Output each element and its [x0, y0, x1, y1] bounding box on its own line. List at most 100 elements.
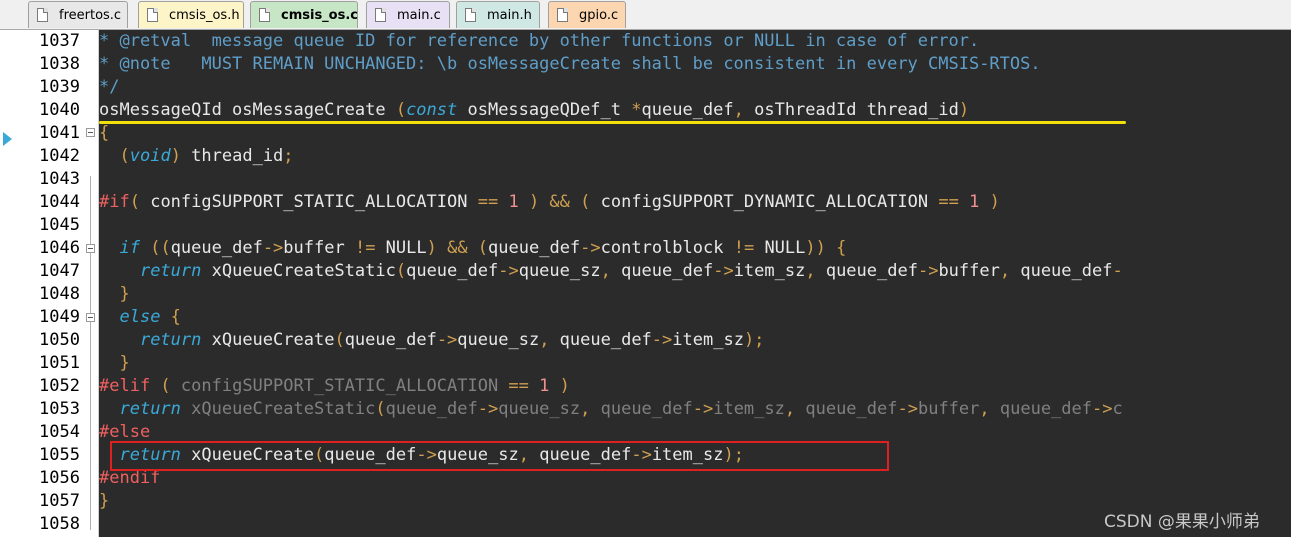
code-token: queue_def — [805, 399, 898, 419]
code-token: == — [477, 192, 499, 212]
code-token: buffer — [938, 261, 1000, 281]
code-token: controlblock — [600, 238, 734, 258]
code-token: ); — [743, 330, 765, 350]
code-line: else { — [99, 306, 180, 329]
tab-main-c[interactable]: main.c — [366, 1, 450, 28]
code-token: void — [129, 146, 171, 166]
line-number: 1038 — [39, 54, 80, 74]
code-token: ) && ( — [426, 238, 489, 258]
code-token: item_sz — [713, 399, 785, 419]
code-token: queue_def — [999, 399, 1092, 419]
code-token: queue_sz — [498, 399, 581, 419]
line-number: 1047 — [39, 261, 80, 281]
tab-gpio-c[interactable]: gpio.c — [548, 1, 626, 28]
code-token: , — [999, 261, 1021, 281]
line-number: 1042 — [39, 146, 80, 166]
code-token: #endif — [99, 468, 161, 488]
code-token: NULL — [375, 238, 427, 258]
tab-label: cmsis_os.c — [281, 8, 358, 23]
code-token: queue_def — [344, 330, 437, 350]
code-token: -> — [498, 261, 519, 281]
code-token: queue_def — [170, 238, 263, 258]
file-icon — [465, 8, 476, 22]
line-number: 1045 — [39, 215, 80, 235]
code-token: thread_id — [180, 146, 284, 166]
tab-label: main.h — [487, 8, 532, 23]
code-token: 1 — [539, 376, 550, 396]
code-token: , — [979, 399, 1000, 419]
tab-cmsis-os-c[interactable]: cmsis_os.c — [250, 1, 358, 28]
code-token: ( — [395, 100, 407, 120]
code-token: ) — [170, 146, 181, 166]
code-line: * @note MUST REMAIN UNCHANGED: \b osMess… — [99, 53, 1041, 76]
fold-guide-line — [90, 176, 91, 530]
red-highlight-box — [110, 441, 889, 471]
code-token: { — [99, 123, 110, 143]
code-token: ( — [334, 330, 345, 350]
tab-cmsis-os-h[interactable]: cmsis_os.h — [138, 1, 244, 28]
line-number: 1051 — [39, 353, 80, 373]
file-icon — [259, 8, 270, 22]
code-token: ( — [129, 192, 140, 212]
fold-toggle-icon[interactable] — [86, 313, 95, 322]
comment: */ — [99, 77, 120, 97]
code-token: )) { — [805, 238, 847, 258]
code-token: ( — [119, 146, 130, 166]
tab-label: main.c — [397, 8, 441, 23]
code-token: item_sz — [733, 261, 806, 281]
code-token: -> — [1092, 399, 1113, 419]
code-token: queue_def — [825, 261, 918, 281]
line-number: 1055 — [39, 445, 80, 465]
code-token: buffer — [283, 238, 355, 258]
line-number: 1044 — [39, 192, 80, 212]
code-token: const — [406, 100, 458, 120]
tab-freertos-c[interactable]: freertos.c — [28, 1, 128, 28]
line-number: 1049 — [39, 307, 80, 327]
line-number: 1040 — [39, 100, 80, 120]
code-token: queue_def — [488, 238, 581, 258]
code-line: */ — [99, 76, 119, 99]
code-token: item_sz — [672, 330, 744, 350]
code-line: return xQueueCreateStatic(queue_def->que… — [99, 398, 1122, 421]
tab-label: freertos.c — [59, 8, 122, 23]
code-token: , — [600, 261, 622, 281]
code-token: 1 — [508, 192, 519, 212]
code-token: ) — [979, 192, 1000, 212]
tab-main-h[interactable]: main.h — [456, 1, 540, 28]
code-token: == — [938, 192, 959, 212]
code-token: queue_def — [1020, 261, 1113, 281]
code-token: ; — [283, 146, 294, 166]
code-token: else — [119, 307, 161, 327]
tab-label: gpio.c — [579, 8, 619, 23]
code-line: } — [99, 352, 129, 375]
fold-toggle-icon[interactable] — [86, 244, 95, 253]
code-token: -> — [262, 238, 284, 258]
code-token: buffer — [917, 399, 980, 419]
code-token: queue_sz — [518, 261, 601, 281]
code-line: } — [99, 490, 109, 513]
line-number: 1048 — [39, 284, 80, 304]
line-number: 1058 — [39, 514, 80, 534]
fold-toggle-icon[interactable] — [86, 128, 95, 137]
code-token: -> — [917, 261, 939, 281]
line-number-gutter[interactable]: 1037 1038 1039 1040 1041 1042 1043 1044 … — [0, 30, 99, 537]
code-token: queue_def — [621, 261, 714, 281]
code-token: , — [784, 399, 806, 419]
code-token: , — [733, 100, 744, 120]
code-token: (( — [139, 238, 171, 258]
code-token: return — [119, 399, 181, 419]
code-token: configSUPPORT_STATIC_ALLOCATION — [180, 376, 509, 396]
code-token: ( — [375, 399, 386, 419]
code-token: xQueueCreate — [201, 330, 335, 350]
line-number: 1043 — [39, 169, 80, 189]
code-token: ) — [958, 100, 970, 120]
code-token: -> — [580, 238, 601, 258]
line-number: 1039 — [39, 77, 80, 97]
code-token: configSUPPORT_DYNAMIC_ALLOCATION — [600, 192, 939, 212]
code-token: queue_def — [385, 399, 478, 419]
